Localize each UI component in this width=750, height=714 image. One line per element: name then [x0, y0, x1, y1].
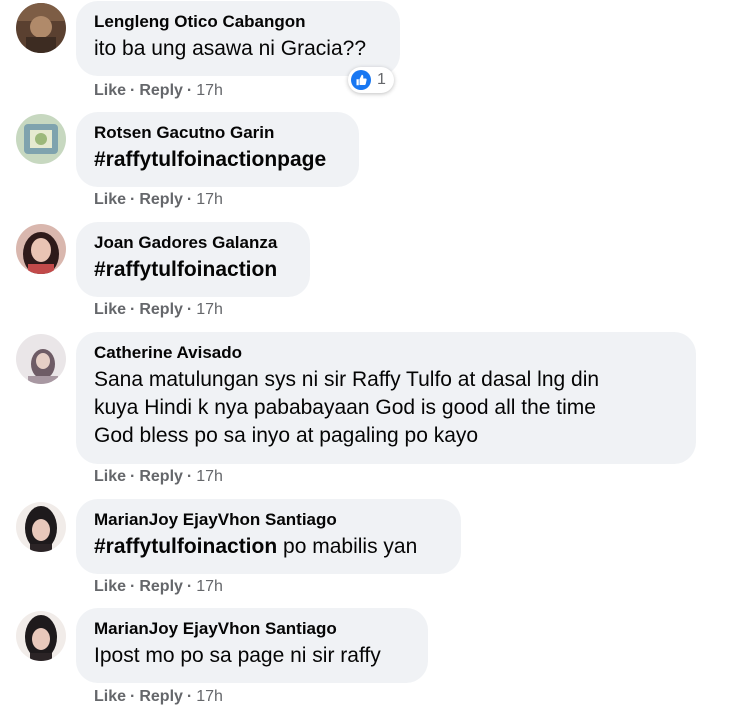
separator: ·	[186, 191, 193, 208]
comment-actions: Like · Reply · 17h	[94, 468, 223, 486]
reply-button[interactable]: Reply	[139, 468, 183, 485]
like-button[interactable]: Like	[94, 688, 126, 705]
hashtag-link[interactable]: #raffytulfoinaction	[94, 535, 277, 558]
comment-bubble: Catherine Avisado Sana matulungan sys ni…	[76, 332, 696, 464]
comment-bubble: Joan Gadores Galanza #raffytulfoinaction	[76, 222, 310, 297]
comment-text-line: God bless po sa inyo at pagaling po kayo	[94, 424, 479, 447]
comment-bubble: MarianJoy EjayVhon Santiago Ipost mo po …	[76, 608, 428, 683]
comment-actions: Like · Reply · 17h	[94, 688, 223, 706]
reaction-summary[interactable]: 1	[348, 67, 394, 93]
hashtag-link[interactable]: #raffytulfoinaction	[94, 258, 277, 281]
reply-button[interactable]: Reply	[139, 688, 183, 705]
comment-text: #raffytulfoinaction	[94, 256, 290, 284]
comment-actions: Like · Reply · 17h	[94, 82, 223, 100]
comment-bubble: Lengleng Otico Cabangon ito ba ung asawa…	[76, 1, 400, 76]
comment-text: #raffytulfoinactionpage	[94, 146, 339, 174]
like-button[interactable]: Like	[94, 468, 126, 485]
hashtag-link[interactable]: #raffytulfoinactionpage	[94, 148, 326, 171]
like-button[interactable]: Like	[94, 191, 126, 208]
avatar[interactable]	[16, 114, 66, 164]
comment-actions: Like · Reply · 17h	[94, 578, 223, 596]
reply-button[interactable]: Reply	[139, 82, 183, 99]
comment-text: #raffytulfoinaction po mabilis yan	[94, 533, 441, 561]
comment-author[interactable]: Lengleng Otico Cabangon	[94, 11, 380, 33]
reply-button[interactable]: Reply	[139, 191, 183, 208]
comment-bubble: MarianJoy EjayVhon Santiago #raffytulfoi…	[76, 499, 461, 574]
like-icon	[351, 70, 371, 90]
avatar-image	[16, 224, 66, 274]
comment-author[interactable]: Joan Gadores Galanza	[94, 232, 290, 254]
separator: ·	[186, 688, 193, 705]
avatar-image	[16, 334, 66, 384]
like-button[interactable]: Like	[94, 301, 126, 318]
avatar[interactable]	[16, 334, 66, 384]
comment-text-line: Sana matulungan sys ni sir Raffy Tulfo a…	[94, 368, 600, 391]
timestamp[interactable]: 17h	[196, 688, 223, 705]
comment-author[interactable]: Rotsen Gacutno Garin	[94, 122, 339, 144]
like-button[interactable]: Like	[94, 82, 126, 99]
comment-author[interactable]: MarianJoy EjayVhon Santiago	[94, 509, 441, 531]
comment-text: ito ba ung asawa ni Gracia??	[94, 37, 367, 60]
reaction-count: 1	[377, 71, 386, 88]
separator: ·	[186, 301, 193, 318]
timestamp[interactable]: 17h	[196, 578, 223, 595]
separator: ·	[130, 578, 136, 595]
separator: ·	[130, 191, 136, 208]
reply-button[interactable]: Reply	[139, 578, 183, 595]
comment-text-rest: po mabilis yan	[277, 535, 418, 558]
comment-author[interactable]: MarianJoy EjayVhon Santiago	[94, 618, 408, 640]
avatar-image	[16, 114, 66, 164]
avatar-image	[16, 502, 66, 552]
timestamp[interactable]: 17h	[196, 468, 223, 485]
comment-text: Ipost mo po sa page ni sir raffy	[94, 644, 381, 667]
separator: ·	[186, 468, 193, 485]
separator: ·	[186, 578, 193, 595]
comment-bubble: Rotsen Gacutno Garin #raffytulfoinaction…	[76, 112, 359, 187]
reply-button[interactable]: Reply	[139, 301, 183, 318]
avatar-image	[16, 611, 66, 661]
avatar[interactable]	[16, 224, 66, 274]
separator: ·	[130, 468, 136, 485]
comment-actions: Like · Reply · 17h	[94, 301, 223, 319]
comment-text: Sana matulungan sys ni sir Raffy Tulfo a…	[94, 366, 676, 450]
comment-actions: Like · Reply · 17h	[94, 191, 223, 209]
timestamp[interactable]: 17h	[196, 82, 223, 99]
timestamp[interactable]: 17h	[196, 191, 223, 208]
comment-text-line: kuya Hindi k nya pababayaan God is good …	[94, 396, 596, 419]
like-button[interactable]: Like	[94, 578, 126, 595]
separator: ·	[130, 301, 136, 318]
avatar-image	[16, 3, 66, 53]
avatar[interactable]	[16, 611, 66, 661]
avatar[interactable]	[16, 502, 66, 552]
comment-author[interactable]: Catherine Avisado	[94, 342, 676, 364]
separator: ·	[130, 82, 136, 99]
separator: ·	[130, 688, 136, 705]
avatar[interactable]	[16, 3, 66, 53]
timestamp[interactable]: 17h	[196, 301, 223, 318]
separator: ·	[186, 82, 193, 99]
